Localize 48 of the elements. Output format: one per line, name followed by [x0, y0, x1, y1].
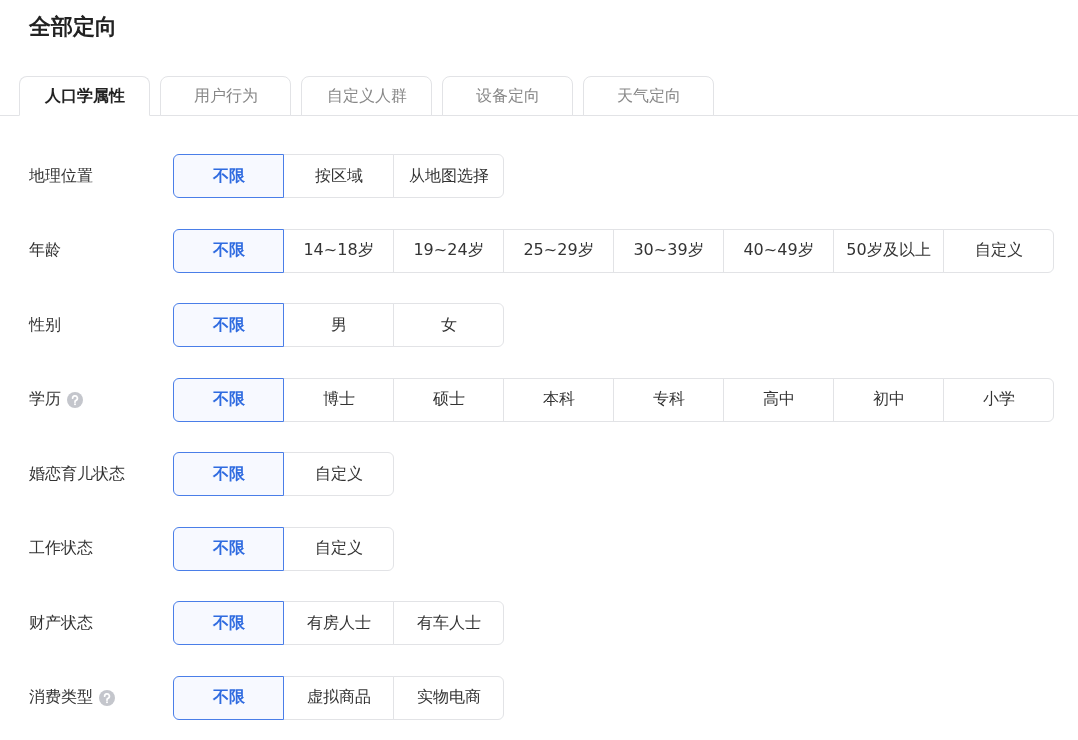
field-label: 学历 — [29, 389, 61, 410]
field-label: 地理位置 — [29, 165, 93, 187]
option-button[interactable]: 硕士 — [393, 377, 504, 422]
option-button[interactable]: 女 — [393, 303, 504, 347]
option-button[interactable]: 不限 — [173, 526, 284, 571]
option-button[interactable]: 本科 — [503, 377, 614, 422]
help-icon[interactable] — [99, 689, 115, 706]
option-button[interactable]: 小学 — [943, 377, 1054, 422]
option-button[interactable]: 不限 — [173, 303, 284, 347]
option-button[interactable]: 不限 — [173, 675, 284, 720]
tab[interactable]: 用户行为 — [160, 76, 291, 116]
option-button[interactable]: 不限 — [173, 228, 284, 273]
option-button[interactable]: 有车人士 — [393, 601, 504, 645]
option-button[interactable]: 14~18岁 — [283, 228, 394, 273]
option-button[interactable]: 自定义 — [283, 526, 394, 571]
option-button[interactable]: 从地图选择 — [393, 154, 504, 198]
field-label: 财产状态 — [29, 612, 93, 634]
help-icon[interactable] — [67, 391, 83, 408]
option-button[interactable]: 40~49岁 — [723, 228, 834, 273]
option-button[interactable]: 按区域 — [283, 154, 394, 198]
field-label: 工作状态 — [29, 538, 93, 559]
field-label: 年龄 — [29, 240, 61, 261]
tab[interactable]: 人口学属性 — [19, 76, 150, 116]
option-button[interactable]: 不限 — [173, 377, 284, 422]
option-button[interactable]: 不限 — [173, 452, 284, 496]
option-button[interactable]: 初中 — [833, 377, 944, 422]
option-button[interactable]: 专科 — [613, 377, 724, 422]
field-label: 婚恋育儿状态 — [29, 463, 125, 485]
option-button[interactable]: 不限 — [173, 154, 284, 198]
option-button[interactable]: 有房人士 — [283, 601, 394, 645]
option-button[interactable]: 虚拟商品 — [283, 675, 394, 720]
option-button[interactable]: 男 — [283, 303, 394, 347]
option-button[interactable]: 19~24岁 — [393, 228, 504, 273]
option-button[interactable]: 50岁及以上 — [833, 228, 944, 273]
field-label: 消费类型 — [29, 687, 93, 708]
tab[interactable]: 自定义人群 — [301, 76, 432, 116]
option-button[interactable]: 自定义 — [943, 228, 1054, 273]
tab[interactable]: 天气定向 — [583, 76, 714, 116]
section-title: 全部定向 — [28, 13, 118, 41]
option-button[interactable]: 高中 — [723, 377, 834, 422]
option-button[interactable]: 博士 — [283, 377, 394, 422]
field-label: 性别 — [29, 314, 61, 336]
option-button[interactable]: 自定义 — [283, 452, 394, 496]
option-button[interactable]: 30~39岁 — [613, 228, 724, 273]
option-button[interactable]: 不限 — [173, 601, 284, 645]
tab[interactable]: 设备定向 — [442, 76, 573, 116]
option-button[interactable]: 实物电商 — [393, 675, 504, 720]
option-button[interactable]: 25~29岁 — [503, 228, 614, 273]
